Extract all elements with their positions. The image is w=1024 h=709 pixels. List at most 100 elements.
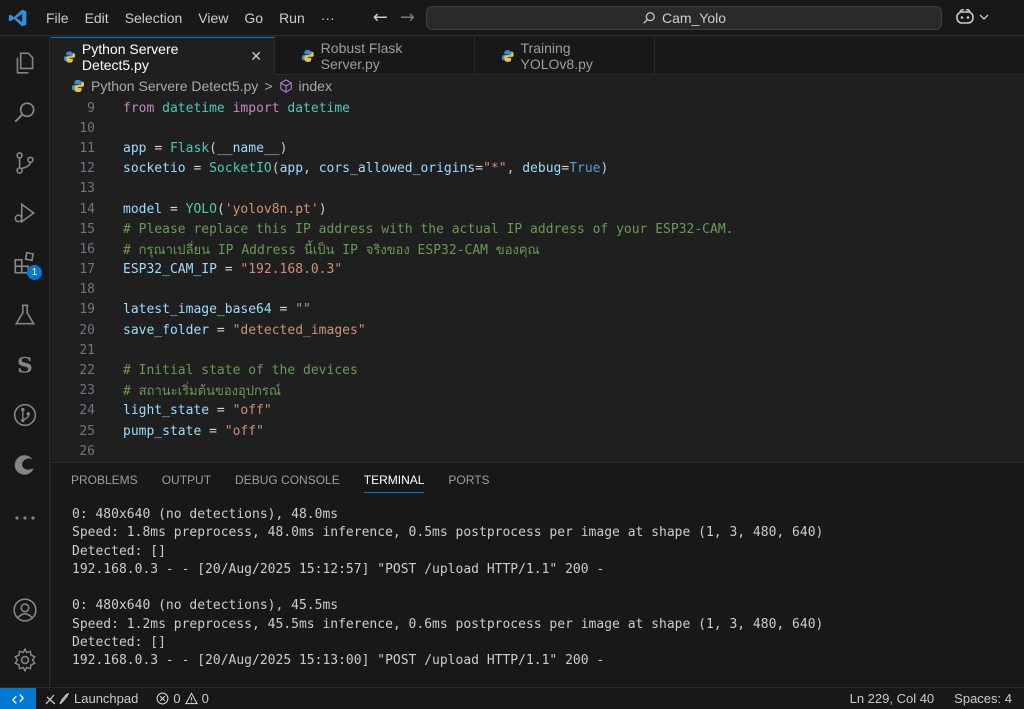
- testing-flask-icon[interactable]: [10, 300, 40, 330]
- problems-indicator[interactable]: 0 0: [156, 691, 209, 706]
- code-comment: # Please replace this IP address with th…: [123, 221, 734, 237]
- python-file-icon: [301, 50, 314, 62]
- code-text: app = Flask(__name__): [123, 140, 288, 156]
- breadcrumb-symbol[interactable]: index: [299, 78, 332, 94]
- code-line: 19 latest_image_base64 = "": [51, 300, 1024, 320]
- line-number: 17: [79, 262, 95, 278]
- code-line: 18: [51, 280, 1024, 300]
- tab-problems[interactable]: PROBLEMS: [71, 463, 150, 497]
- terminal-line: Detected: []: [72, 635, 166, 651]
- code-line: 15 # Please replace this IP address with …: [51, 219, 1024, 239]
- extensions-badge: 1: [27, 265, 42, 280]
- menu-view[interactable]: View: [190, 0, 236, 36]
- line-number: 16: [79, 241, 95, 257]
- extensions-icon[interactable]: 1: [10, 248, 42, 280]
- tab-debug-console[interactable]: DEBUG CONSOLE: [235, 463, 352, 497]
- tab-output[interactable]: OUTPUT: [162, 463, 223, 497]
- menu-selection[interactable]: Selection: [117, 0, 191, 36]
- gear-icon[interactable]: [10, 645, 40, 675]
- tab-training-yolov8[interactable]: Training YOLOv8.py: [475, 37, 655, 75]
- code-text: socketio = SocketIO(app, cors_allowed_or…: [123, 161, 609, 177]
- indentation-spaces[interactable]: Spaces: 4: [954, 691, 1012, 706]
- panel-tabs: PROBLEMS OUTPUT DEBUG CONSOLE TERMINAL P…: [51, 463, 1024, 497]
- launchpad-button[interactable]: Launchpad: [44, 691, 138, 706]
- line-number: 23: [79, 383, 95, 399]
- terminal-line: Speed: 1.8ms preprocess, 48.0ms inferenc…: [72, 525, 824, 541]
- account-icon[interactable]: [10, 595, 40, 625]
- code-line: 22 # Initial state of the devices: [51, 360, 1024, 380]
- menu-more-button[interactable]: ···: [313, 0, 343, 36]
- chevron-down-icon: [979, 14, 989, 20]
- code-comment: # กรุณาเปลี่ยน IP Address นี้เป็น IP จริ…: [123, 242, 540, 258]
- title-bar: File Edit Selection View Go Run ··· ← → …: [0, 0, 1024, 36]
- line-number: 24: [79, 403, 95, 419]
- menu-bar: File Edit Selection View Go Run ···: [38, 0, 343, 36]
- breadcrumb: Python Servere Detect5.py > index: [51, 75, 1024, 97]
- tab-label: Training YOLOv8.py: [520, 40, 593, 72]
- menu-edit[interactable]: Edit: [77, 0, 117, 36]
- menu-file[interactable]: File: [38, 0, 77, 36]
- navigation-arrows: ← →: [373, 7, 415, 28]
- code-text: ESP32_CAM_IP = "192.168.0.3": [123, 262, 343, 278]
- terminal-line: 192.168.0.3 - - [20/Aug/2025 15:13:00] "…: [72, 653, 605, 669]
- code-line: 13: [51, 179, 1024, 199]
- line-number: 25: [79, 423, 95, 439]
- back-arrow-icon[interactable]: ←: [373, 7, 388, 28]
- cursor-position[interactable]: Ln 229, Col 40: [850, 691, 935, 706]
- launchpad-label: Launchpad: [74, 691, 139, 706]
- copilot-icon: [956, 9, 974, 24]
- svg-text:S: S: [17, 354, 33, 378]
- edge-browser-icon[interactable]: [10, 450, 40, 480]
- search-icon: [643, 12, 655, 24]
- explorer-icon[interactable]: [10, 48, 40, 78]
- code-comment: # Initial state of the devices: [123, 363, 358, 379]
- code-editor[interactable]: 9 from datetime import datetime 10 11 app …: [51, 98, 1024, 460]
- vscode-logo-icon[interactable]: [0, 0, 36, 36]
- line-number: 12: [79, 161, 95, 177]
- line-number: 14: [79, 201, 95, 217]
- copilot-menu[interactable]: [955, 8, 989, 26]
- line-number: 9: [87, 100, 95, 116]
- command-center-search[interactable]: Cam_Yolo: [426, 6, 942, 30]
- source-control-icon[interactable]: [10, 148, 40, 178]
- tab-python-servere-detect5[interactable]: Python Servere Detect5.py ✕: [51, 37, 275, 75]
- code-line: 25 pump_state = "off": [51, 421, 1024, 441]
- search-view-icon[interactable]: [10, 98, 40, 128]
- git-graph-icon[interactable]: [10, 400, 40, 430]
- breadcrumb-file[interactable]: Python Servere Detect5.py: [91, 78, 258, 94]
- remote-icon: [12, 693, 24, 704]
- error-count: 0: [173, 691, 181, 706]
- terminal-output[interactable]: 0: 480x640 (no detections), 48.0ms Speed…: [51, 497, 1024, 672]
- forward-arrow-icon[interactable]: →: [400, 7, 415, 28]
- rocket-icon: [45, 692, 70, 704]
- search-text: Cam_Yolo: [661, 10, 727, 26]
- remote-indicator-button[interactable]: [0, 687, 36, 709]
- editor-tabs: Python Servere Detect5.py ✕ Robust Flask…: [51, 37, 1024, 75]
- menu-go[interactable]: Go: [236, 0, 271, 36]
- bottom-panel: PROBLEMS OUTPUT DEBUG CONSOLE TERMINAL P…: [51, 462, 1024, 687]
- code-line: 21: [51, 340, 1024, 360]
- more-views-icon[interactable]: [10, 503, 40, 533]
- code-line: 24 light_state = "off": [51, 401, 1024, 421]
- menu-run[interactable]: Run: [271, 0, 313, 36]
- snippets-s-icon[interactable]: S: [10, 350, 40, 380]
- code-text: from datetime import datetime: [123, 100, 351, 116]
- tab-ports[interactable]: PORTS: [448, 463, 501, 497]
- tab-robust-flask-server[interactable]: Robust Flask Server.py: [275, 37, 475, 75]
- error-icon: [156, 692, 169, 705]
- activity-bar: 1 S: [0, 37, 50, 687]
- terminal-line: 192.168.0.3 - - [20/Aug/2025 15:12:57] "…: [72, 561, 605, 577]
- terminal-line: 0: 480x640 (no detections), 45.5ms: [72, 598, 339, 614]
- tab-terminal[interactable]: TERMINAL: [363, 463, 437, 497]
- code-line: 9 from datetime import datetime: [51, 98, 1024, 118]
- code-line: 12 socketio = SocketIO(app, cors_allowed_…: [51, 159, 1024, 179]
- run-debug-icon[interactable]: [10, 198, 40, 228]
- code-line: 20 save_folder = "detected_images": [51, 320, 1024, 340]
- code-comment: # สถานะเริ่มต้นของอุปกรณ์: [123, 384, 281, 400]
- warning-icon: [184, 692, 198, 705]
- close-tab-icon[interactable]: ✕: [250, 48, 262, 65]
- terminal-line: Detected: []: [72, 543, 166, 559]
- python-file-icon: [71, 79, 85, 93]
- symbol-variable-icon: [279, 79, 292, 93]
- code-text: save_folder = "detected_images": [123, 322, 366, 338]
